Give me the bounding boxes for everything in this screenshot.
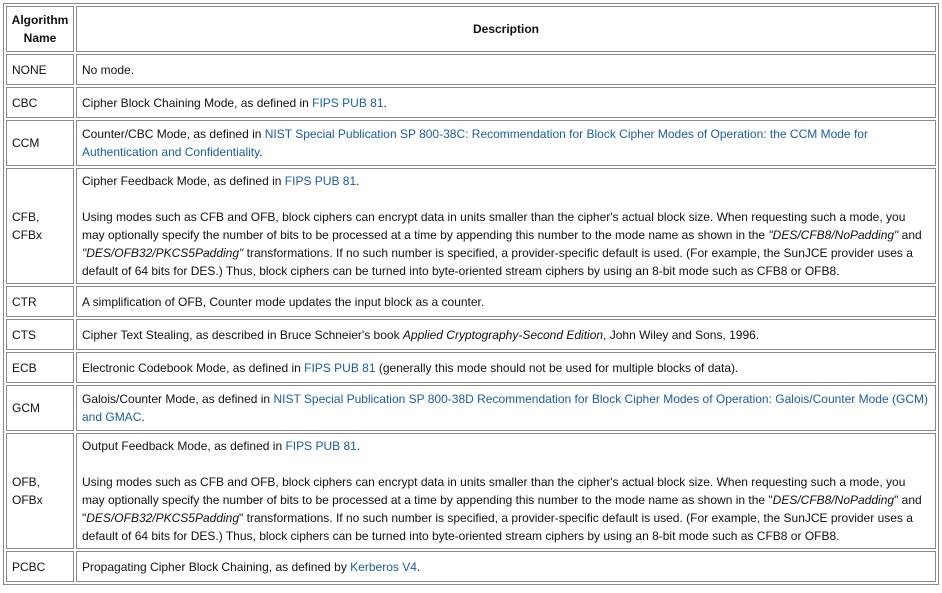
- algorithm-name: CBC: [6, 87, 74, 118]
- fips-pub-81-link[interactable]: FIPS PUB 81: [304, 361, 375, 375]
- description-text: .: [356, 439, 361, 453]
- description-text: .: [356, 174, 360, 188]
- description-text: Cipher Text Stealing, as described in Br…: [82, 327, 403, 342]
- header-algorithm-name: Algorithm Name: [6, 6, 74, 52]
- description-paragraph: Output Feedback Mode, as defined in FIPS…: [82, 437, 930, 455]
- header-description: Description: [76, 6, 936, 52]
- description: Cipher Block Chaining Mode, as defined i…: [76, 87, 936, 118]
- description: Propagating Cipher Block Chaining, as de…: [76, 551, 936, 582]
- algorithm-name: PCBC: [6, 551, 74, 582]
- description: A simplification of OFB, Counter mode up…: [76, 286, 936, 317]
- algorithm-modes-table: Algorithm Name Description NONE No mode.…: [3, 3, 939, 585]
- fips-pub-81-link[interactable]: FIPS PUB 81: [312, 96, 383, 110]
- table-row: CFB, CFBx Cipher Feedback Mode, as define…: [6, 168, 936, 284]
- table-row: CTS Cipher Text Stealing, as described i…: [6, 319, 936, 350]
- description-text: .: [259, 145, 263, 159]
- description: Cipher Text Stealing, as described in Br…: [76, 319, 936, 350]
- description-paragraph: Using modes such as CFB and OFB, block c…: [82, 208, 930, 280]
- algorithm-name-line: OFB,: [12, 475, 41, 489]
- description-text: Galois/Counter Mode, as defined in: [82, 392, 274, 406]
- description-text: .: [416, 559, 421, 574]
- description-text: Cipher Feedback Mode, as defined in: [82, 174, 285, 188]
- description-text: Cipher Block Chaining Mode, as defined i…: [82, 95, 313, 110]
- algorithm-name-line: CFB,: [12, 210, 40, 224]
- description-text: , John Wiley and Sons, 1996.: [603, 327, 760, 342]
- algorithm-name-line: CFBx: [12, 228, 42, 242]
- description: Counter/CBC Mode, as defined in NIST Spe…: [76, 120, 936, 166]
- description-text: Output Feedback Mode, as defined in: [82, 439, 286, 453]
- description-text: (generally this mode should not be used …: [375, 360, 739, 375]
- description: No mode.: [76, 54, 936, 85]
- table-row: CTR A simplification of OFB, Counter mod…: [6, 286, 936, 317]
- algorithm-name: GCM: [6, 385, 74, 431]
- description-text: .: [141, 410, 145, 424]
- transformation-example: DES/OFB32/PKCS5Padding: [86, 511, 240, 525]
- description-paragraph: Cipher Feedback Mode, as defined in FIPS…: [82, 172, 930, 190]
- transformation-example: "DES/CFB8/NoPadding": [768, 228, 899, 242]
- description-text: .: [383, 95, 387, 110]
- fips-pub-81-link[interactable]: FIPS PUB 81: [285, 174, 356, 188]
- algorithm-name: OFB, OFBx: [6, 433, 74, 549]
- description-text: and: [898, 228, 922, 242]
- table-row: NONE No mode.: [6, 54, 936, 85]
- description: Cipher Feedback Mode, as defined in FIPS…: [76, 168, 936, 284]
- table-row: CBC Cipher Block Chaining Mode, as defin…: [6, 87, 936, 118]
- table-row: CCM Counter/CBC Mode, as defined in NIST…: [6, 120, 936, 166]
- algorithm-name-line: OFBx: [12, 493, 43, 507]
- algorithm-name: ECB: [6, 352, 74, 383]
- algorithm-name: CTS: [6, 319, 74, 350]
- table-row: OFB, OFBx Output Feedback Mode, as define…: [6, 433, 936, 549]
- algorithm-name: NONE: [6, 54, 74, 85]
- table-row: ECB Electronic Codebook Mode, as defined…: [6, 352, 936, 383]
- table-row: GCM Galois/Counter Mode, as defined in N…: [6, 385, 936, 431]
- table-row: PCBC Propagating Cipher Block Chaining, …: [6, 551, 936, 582]
- kerberos-v4-link[interactable]: Kerberos V4: [350, 560, 417, 574]
- algorithm-name: CTR: [6, 286, 74, 317]
- description: Electronic Codebook Mode, as defined in …: [76, 352, 936, 383]
- book-title: Applied Cryptography-Second Edition: [402, 327, 604, 342]
- description-text: Propagating Cipher Block Chaining, as de…: [82, 559, 351, 574]
- description: Output Feedback Mode, as defined in FIPS…: [76, 433, 936, 549]
- description-text: Counter/CBC Mode, as defined in: [82, 127, 265, 141]
- fips-pub-81-link[interactable]: FIPS PUB 81: [285, 439, 356, 453]
- description-text: Electronic Codebook Mode, as defined in: [82, 360, 305, 375]
- description-paragraph: Using modes such as CFB and OFB, block c…: [82, 473, 930, 545]
- transformation-example: DES/CFB8/NoPadding: [772, 493, 895, 507]
- algorithm-name: CCM: [6, 120, 74, 166]
- description: Galois/Counter Mode, as defined in NIST …: [76, 385, 936, 431]
- transformation-example: "DES/OFB32/PKCS5Padding": [82, 246, 244, 260]
- algorithm-name: CFB, CFBx: [6, 168, 74, 284]
- table-header-row: Algorithm Name Description: [6, 6, 936, 52]
